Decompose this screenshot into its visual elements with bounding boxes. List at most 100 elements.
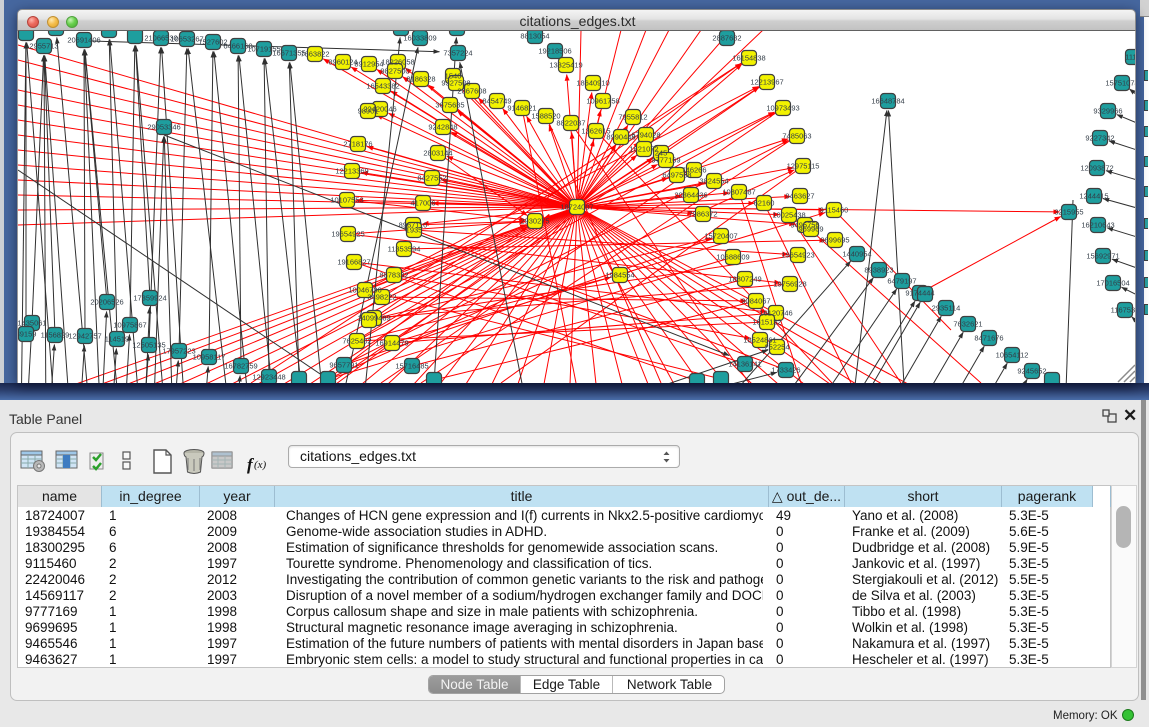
svg-text:2803144: 2803144 — [423, 149, 452, 158]
svg-text:10654112: 10654112 — [996, 351, 1029, 360]
svg-text:18724007: 18724007 — [560, 203, 593, 212]
svg-text:1984554: 1984554 — [605, 271, 634, 280]
svg-text:9174444: 9174444 — [905, 289, 934, 298]
svg-text:1615132: 1615132 — [752, 318, 781, 327]
svg-text:12505135: 12505135 — [132, 341, 165, 350]
svg-text:8878332: 8878332 — [379, 271, 408, 280]
svg-text:3498222: 3498222 — [367, 293, 396, 302]
svg-text:3824554: 3824554 — [699, 177, 728, 186]
svg-text:8960124: 8960124 — [328, 58, 357, 67]
svg-text:12213369: 12213369 — [335, 167, 368, 176]
svg-text:12942757: 12942757 — [68, 332, 101, 341]
svg-text:12093872: 12093872 — [1080, 164, 1113, 173]
svg-text:16782759: 16782759 — [224, 362, 257, 371]
svg-text:2867608: 2867608 — [457, 87, 486, 96]
svg-text:3675685: 3675685 — [435, 101, 464, 110]
svg-text:7485063: 7485063 — [782, 132, 811, 141]
svg-text:6479197: 6479197 — [887, 277, 916, 286]
svg-text:10025438: 10025438 — [772, 211, 805, 220]
svg-text:417006: 417006 — [410, 199, 435, 208]
svg-text:6794028: 6794028 — [631, 131, 660, 140]
svg-text:15751074: 15751074 — [1105, 79, 1136, 88]
svg-text:19166827: 19166827 — [337, 258, 370, 267]
svg-text:14136141: 14136141 — [728, 360, 761, 369]
svg-text:746266: 746266 — [681, 166, 706, 175]
svg-text:16210643: 16210643 — [1081, 221, 1114, 230]
svg-text:10958117: 10958117 — [193, 353, 226, 362]
svg-text:7986372: 7986372 — [688, 210, 717, 219]
svg-text:15692971: 15692971 — [1086, 252, 1119, 261]
svg-text:1156829: 1156829 — [41, 331, 70, 340]
svg-text:19654923: 19654923 — [781, 251, 814, 260]
svg-text:10973493: 10973493 — [766, 104, 799, 113]
svg-text:969969: 969969 — [798, 225, 823, 234]
svg-text:252254: 252254 — [764, 343, 789, 352]
svg-text:18807249: 18807249 — [728, 275, 761, 284]
svg-text:7357224: 7357224 — [443, 49, 472, 58]
svg-text:7625402: 7625402 — [342, 337, 371, 346]
svg-text:(x): (x) — [254, 459, 267, 471]
svg-text:10961758: 10961758 — [586, 97, 619, 106]
svg-text:1733426: 1733426 — [771, 366, 800, 375]
svg-text:98901: 98901 — [358, 107, 379, 116]
svg-text:39159: 39159 — [18, 330, 36, 339]
svg-text:8813054: 8813054 — [520, 32, 549, 41]
svg-text:17957223: 17957223 — [162, 347, 195, 356]
svg-text:1435061: 1435061 — [18, 319, 47, 328]
svg-text:18640910: 18640910 — [576, 79, 609, 88]
svg-text:114519: 114519 — [105, 335, 129, 344]
svg-text:7663822: 7663822 — [300, 50, 329, 59]
svg-text:9777169: 9777169 — [651, 156, 680, 165]
svg-text:8471676: 8471676 — [974, 334, 1003, 343]
svg-text:16154838: 16154838 — [732, 54, 765, 63]
svg-text:16543382: 16543382 — [366, 82, 399, 91]
svg-text:2955713: 2955713 — [29, 42, 58, 51]
svg-text:9463627: 9463627 — [785, 192, 814, 201]
svg-text:9827500: 9827500 — [380, 67, 409, 76]
svg-text:16033809: 16033809 — [403, 34, 436, 43]
svg-text:8912954: 8912954 — [354, 60, 383, 69]
svg-text:20206526: 20206526 — [90, 298, 123, 307]
svg-text:2935114: 2935114 — [932, 304, 961, 313]
svg-text:9242848: 9242848 — [428, 123, 457, 132]
svg-text:1440954: 1440954 — [842, 250, 871, 259]
svg-text:15716485: 15716485 — [395, 362, 428, 371]
svg-text:9115460: 9115460 — [820, 206, 849, 215]
svg-text:17359924: 17359924 — [133, 294, 166, 303]
svg-text:9084067: 9084067 — [741, 297, 770, 306]
svg-text:14099489: 14099489 — [357, 314, 390, 323]
svg-text:9329966: 9329966 — [1093, 107, 1122, 116]
svg-text:1244415: 1244415 — [1079, 192, 1108, 201]
svg-text:9227342: 9227342 — [1085, 134, 1114, 143]
svg-text:9657791: 9657791 — [329, 361, 358, 370]
svg-text:19218506: 19218506 — [538, 47, 571, 56]
svg-text:7632621: 7632621 — [953, 320, 982, 329]
svg-text:62160: 62160 — [754, 199, 775, 208]
svg-text:2887682: 2887682 — [712, 34, 741, 43]
svg-text:10975867: 10975867 — [113, 321, 146, 330]
svg-text:20691406: 20691406 — [67, 36, 100, 45]
svg-text:13325419: 13325419 — [549, 61, 582, 70]
svg-text:16914479: 16914479 — [375, 339, 408, 348]
svg-text:15720407: 15720407 — [704, 232, 737, 241]
svg-text:20364436: 20364436 — [674, 191, 707, 200]
svg-text:2930275: 2930275 — [520, 217, 549, 226]
svg-text:10107553: 10107553 — [330, 196, 363, 205]
svg-text:9699695: 9699695 — [820, 236, 849, 245]
svg-text:11353594: 11353594 — [388, 245, 421, 254]
svg-text:12975115: 12975115 — [787, 162, 820, 171]
svg-text:1935: 1935 — [406, 226, 423, 235]
svg-text:19756928: 19756928 — [773, 280, 806, 289]
svg-text:16120746: 16120746 — [759, 309, 792, 318]
svg-text:10688609: 10688609 — [716, 253, 749, 262]
svg-text:10807487: 10807487 — [722, 188, 755, 197]
svg-text:3215955: 3215955 — [1054, 208, 1083, 217]
svg-text:1167533: 1167533 — [1111, 306, 1136, 315]
svg-text:19654925: 19654925 — [331, 230, 364, 239]
svg-text:1117: 1117 — [1125, 53, 1136, 62]
svg-text:12213967: 12213967 — [750, 78, 783, 87]
svg-text:7955812: 7955812 — [618, 113, 647, 122]
svg-text:16648784: 16648784 — [871, 97, 904, 106]
svg-text:8938923: 8938923 — [864, 266, 893, 275]
svg-text:12923448: 12923448 — [252, 373, 285, 382]
